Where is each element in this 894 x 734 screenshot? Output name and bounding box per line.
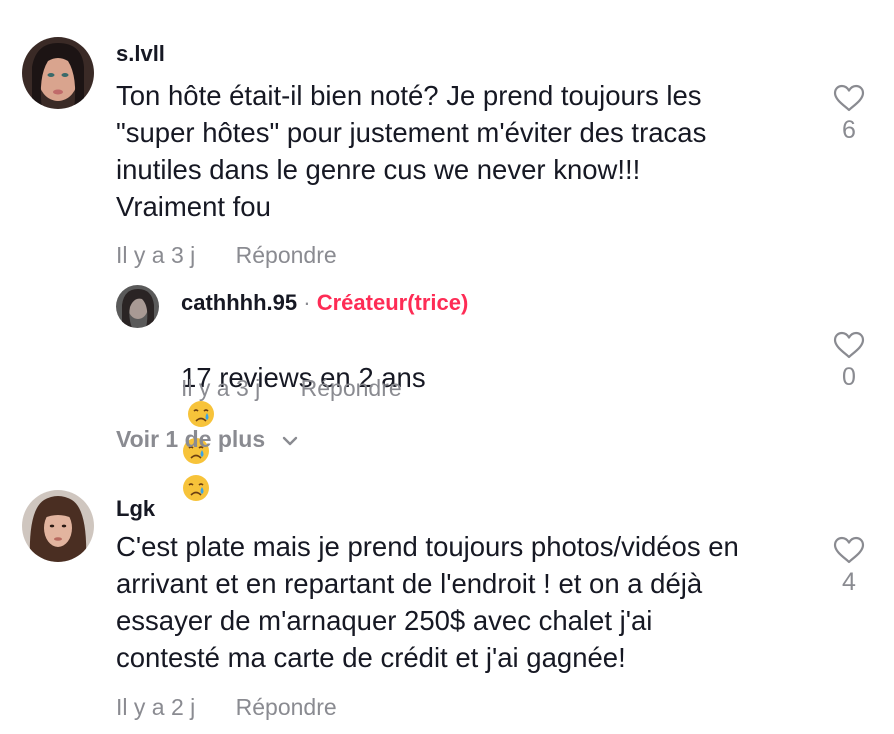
heart-outline-icon xyxy=(833,331,865,359)
comment-text: C'est plate mais je prend toujours photo… xyxy=(116,531,739,673)
comment-time: Il y a 3 j xyxy=(116,242,196,268)
comments-list: s.lvll Ton hôte était-il bien noté? Je p… xyxy=(0,0,894,734)
username[interactable]: Lgk xyxy=(116,496,155,522)
like-count: 4 xyxy=(842,568,856,596)
comment-time: Il y a 2 j xyxy=(116,694,196,720)
comment-meta: Il y a 3 j Répondre xyxy=(181,375,402,402)
chevron-down-icon xyxy=(282,436,297,446)
reply-username-line: cathhhh.95 · Créateur(trice) xyxy=(181,290,468,316)
comment-text: 17 reviews en 2 ans xyxy=(181,322,426,507)
reply-button[interactable]: Répondre xyxy=(301,375,402,401)
reply-button[interactable]: Répondre xyxy=(236,242,337,268)
avatar[interactable] xyxy=(116,285,159,328)
comment-time: Il y a 3 j xyxy=(181,375,261,401)
comment-meta: Il y a 2 j Répondre xyxy=(116,694,337,721)
like-count: 0 xyxy=(842,363,856,391)
heart-outline-icon xyxy=(833,84,865,112)
like-button[interactable]: 4 xyxy=(829,536,869,597)
like-button[interactable]: 6 xyxy=(829,84,869,145)
view-more-label: Voir 1 de plus xyxy=(116,426,266,452)
view-more-replies-button[interactable]: Voir 1 de plus xyxy=(116,426,298,453)
creator-badge: Créateur(trice) xyxy=(316,290,469,315)
crying-face-emoji xyxy=(183,475,209,501)
like-button[interactable]: 0 xyxy=(829,331,869,392)
username[interactable]: cathhhh.95 xyxy=(181,290,297,315)
avatar[interactable] xyxy=(22,37,94,109)
reply-button[interactable]: Répondre xyxy=(236,694,337,720)
separator-dot: · xyxy=(303,290,311,315)
like-count: 6 xyxy=(842,116,856,144)
username[interactable]: s.lvll xyxy=(116,41,165,67)
crying-face-emoji xyxy=(188,401,214,427)
comment-meta: Il y a 3 j Répondre xyxy=(116,242,337,269)
heart-outline-icon xyxy=(833,536,865,564)
comment-text: Ton hôte était-il bien noté? Je prend to… xyxy=(116,80,707,222)
avatar[interactable] xyxy=(22,490,94,562)
